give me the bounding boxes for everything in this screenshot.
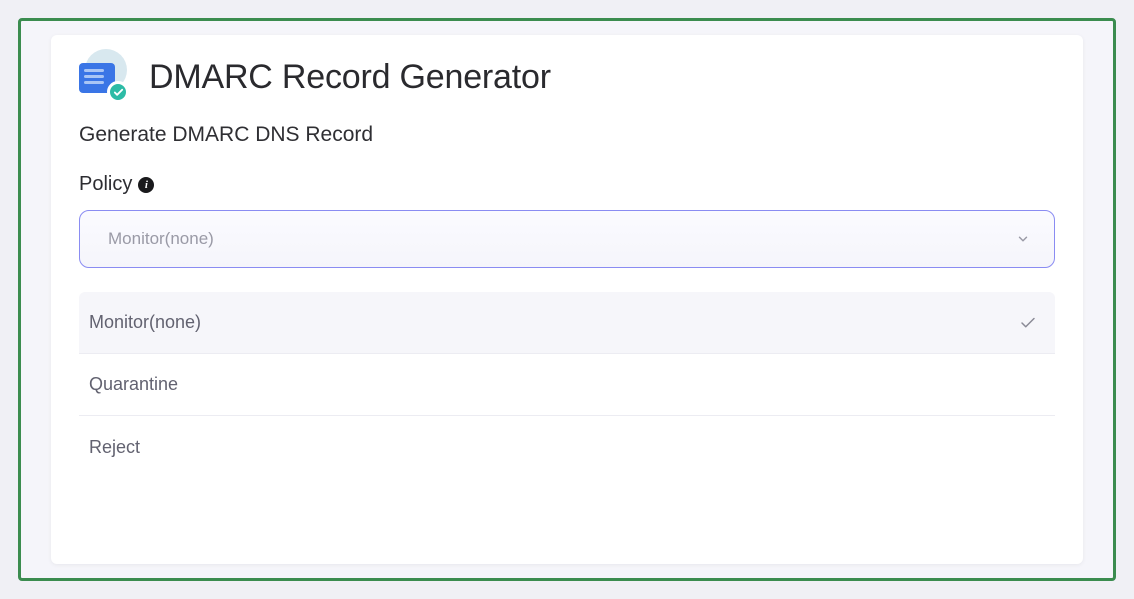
outer-frame: DMARC Record Generator Generate DMARC DN… <box>18 18 1116 581</box>
policy-label: Policy <box>79 173 132 196</box>
dmarc-document-icon <box>79 53 131 101</box>
option-label: Quarantine <box>89 374 178 395</box>
page-subtitle: Generate DMARC DNS Record <box>79 123 1055 147</box>
info-icon[interactable]: i <box>138 177 154 193</box>
generator-card: DMARC Record Generator Generate DMARC DN… <box>51 35 1083 564</box>
policy-option-monitor[interactable]: Monitor(none) <box>79 292 1055 354</box>
policy-label-row: Policy i <box>79 173 1055 196</box>
header: DMARC Record Generator <box>79 53 1055 101</box>
policy-option-reject[interactable]: Reject <box>79 416 1055 478</box>
page-title: DMARC Record Generator <box>149 58 551 97</box>
check-icon <box>1019 314 1037 332</box>
option-label: Monitor(none) <box>89 312 201 333</box>
policy-option-quarantine[interactable]: Quarantine <box>79 354 1055 416</box>
chevron-down-icon <box>1016 232 1030 246</box>
option-label: Reject <box>89 437 140 458</box>
policy-options-list: Monitor(none) Quarantine Reject <box>79 292 1055 478</box>
policy-select-value: Monitor(none) <box>108 229 214 249</box>
policy-select[interactable]: Monitor(none) <box>79 210 1055 268</box>
